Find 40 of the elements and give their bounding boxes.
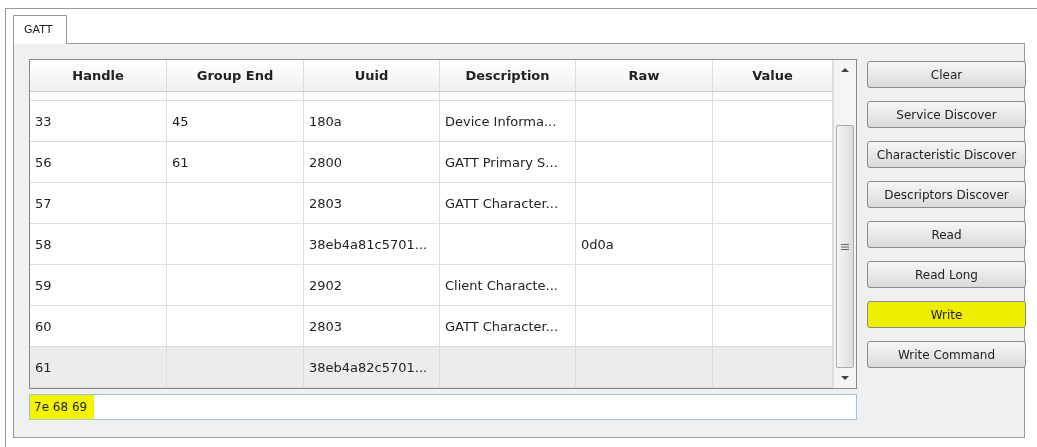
action-button[interactable]: Descriptors Discover (867, 181, 1026, 208)
table-cell: 58 (30, 224, 167, 265)
action-button[interactable]: Service Discover (867, 101, 1026, 128)
column-header[interactable]: Uuid (304, 60, 440, 92)
action-button[interactable]: Read (867, 221, 1026, 248)
table-cell: GATT Primary S... (440, 142, 576, 183)
table-cell: GATT Character... (440, 183, 576, 224)
tab[interactable]: GATT (13, 15, 68, 44)
table-cell: 0d0a (576, 224, 713, 265)
table-cell: 2800 (304, 142, 440, 183)
table-cell: 38eb4a82c5701... (304, 347, 440, 388)
column-header[interactable]: Value (713, 60, 833, 92)
table-cell: 45 (167, 101, 304, 142)
table-cell: 33 (30, 101, 167, 142)
action-button[interactable]: Clear (867, 61, 1026, 88)
input-field[interactable]: 7e 68 69 (29, 394, 857, 420)
action-button[interactable]: Characteristic Discover (867, 141, 1026, 168)
table-cell: 2902 (304, 265, 440, 306)
scroll-thumb[interactable] (836, 125, 854, 368)
table-cell: 57 (30, 183, 167, 224)
table-cell: 59 (30, 265, 167, 306)
action-button[interactable]: Write Command (867, 341, 1026, 368)
grip-icon (841, 242, 849, 251)
action-button[interactable]: Read Long (867, 261, 1026, 288)
scroll-up-icon[interactable] (840, 66, 850, 74)
table-cell: 61 (30, 347, 167, 388)
table-cell: 38eb4a81c5701... (304, 224, 440, 265)
table-cell: 56 (30, 142, 167, 183)
scroll-down-icon[interactable] (840, 374, 850, 382)
action-button[interactable]: Write (867, 301, 1026, 328)
column-header[interactable]: Description (440, 60, 576, 92)
table-cell: 2803 (304, 183, 440, 224)
column-header[interactable]: Handle (30, 60, 167, 92)
column-header[interactable]: Group End (167, 60, 304, 92)
table-cell: Device Informa... (440, 101, 576, 142)
table-cell: 61 (167, 142, 304, 183)
column-header[interactable]: Raw (576, 60, 713, 92)
table-cell: Client Characte... (440, 265, 576, 306)
table-cell: 180a (304, 101, 440, 142)
scrollbar[interactable] (833, 60, 856, 388)
